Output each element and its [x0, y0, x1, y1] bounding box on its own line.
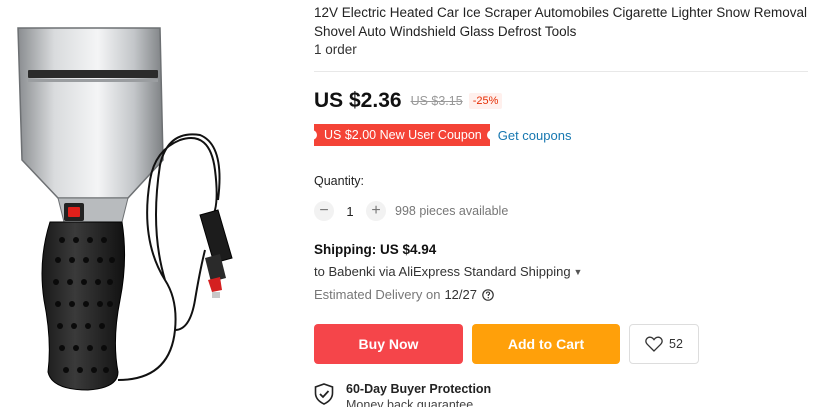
new-user-coupon[interactable]: US $2.00 New User Coupon	[311, 124, 493, 146]
quantity-increase-button[interactable]: +	[366, 201, 386, 221]
price-row: US $2.36 US $3.15 -25%	[314, 87, 503, 115]
current-price: US $2.36	[314, 89, 402, 112]
shipping-cost: Shipping: US $4.94	[314, 242, 437, 257]
buyer-protection: 60-Day Buyer Protection Money back guara…	[314, 382, 491, 407]
delivery-label: Estimated Delivery on	[314, 287, 441, 302]
coupon-row: US $2.00 New User Coupon Get coupons	[311, 124, 572, 146]
discount-badge: -25%	[468, 93, 503, 109]
stock-available: 998 pieces available	[395, 204, 509, 218]
product-image[interactable]	[0, 0, 300, 407]
chevron-down-icon[interactable]: ▼	[574, 267, 583, 277]
protection-subtitle: Money back guarantee	[346, 398, 474, 407]
heart-icon	[645, 336, 663, 352]
order-count: 1 order	[314, 42, 357, 57]
question-icon[interactable]	[482, 288, 494, 301]
shipping-destination[interactable]: to Babenki via AliExpress Standard Shipp…	[314, 264, 582, 279]
quantity-decrease-button[interactable]: −	[314, 201, 334, 221]
get-coupons-link[interactable]: Get coupons	[498, 128, 572, 143]
quantity-value[interactable]: 1	[334, 204, 366, 219]
buy-now-button[interactable]: Buy Now	[314, 324, 463, 364]
wishlist-button[interactable]: 52	[629, 324, 699, 364]
product-title: 12V Electric Heated Car Ice Scraper Auto…	[314, 5, 807, 39]
quantity-stepper: − 1 + 998 pieces available	[314, 200, 508, 222]
divider	[314, 71, 808, 72]
delivery-date: 12/27	[444, 287, 477, 302]
heated-ice-scraper-illustration	[17, 27, 233, 391]
quantity-label: Quantity:	[314, 174, 365, 188]
shield-check-icon	[314, 383, 334, 405]
original-price: US $3.15	[410, 94, 463, 108]
estimated-delivery: Estimated Delivery on 12/27	[314, 287, 494, 302]
wishlist-count: 52	[669, 337, 683, 351]
shipping-destination-text[interactable]: to Babenki via AliExpress Standard Shipp…	[314, 264, 571, 279]
add-to-cart-button[interactable]: Add to Cart	[472, 324, 620, 364]
protection-title: 60-Day Buyer Protection	[346, 382, 492, 396]
